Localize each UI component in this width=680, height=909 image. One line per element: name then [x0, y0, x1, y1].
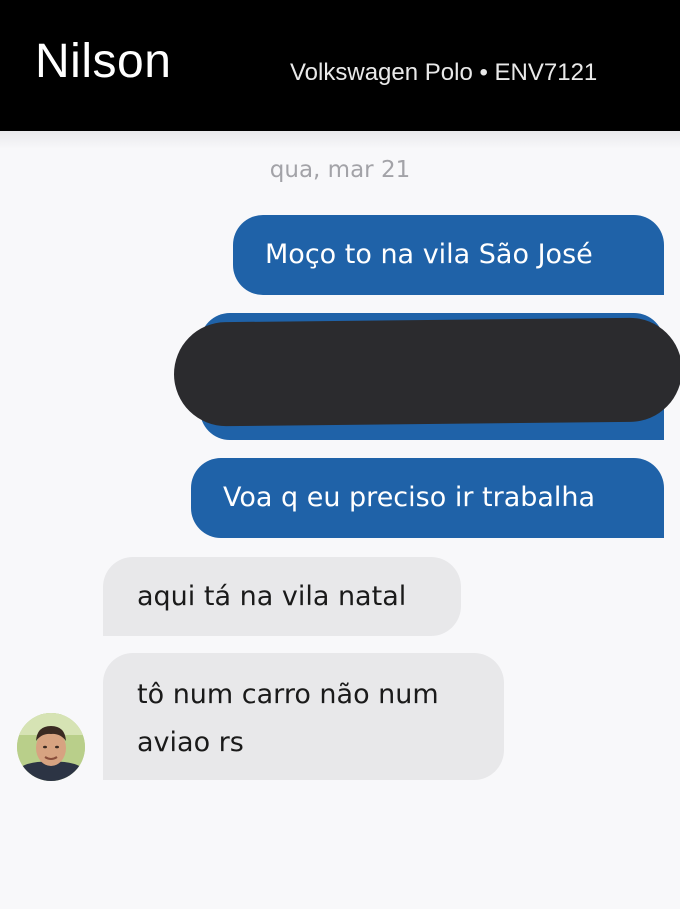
message-text-line: aviao rs — [137, 727, 244, 758]
message-text: Voa q eu preciso ir trabalha — [223, 482, 596, 513]
driver-avatar[interactable] — [17, 713, 85, 781]
message-text: Moço to na vila São José — [265, 239, 593, 270]
sent-message-bubble[interactable]: Moço to na vila São José — [233, 215, 664, 295]
vehicle-info: Volkswagen Polo • ENV7121 — [290, 59, 598, 86]
date-separator: qua, mar 21 — [269, 157, 411, 183]
driver-name: Nilson — [35, 35, 172, 88]
header-shadow — [0, 131, 680, 149]
sent-message-bubble[interactable]: Voa q eu preciso ir trabalha — [191, 458, 664, 538]
chat-header: Nilson Volkswagen Polo • ENV7121 — [0, 0, 680, 131]
received-message-bubble[interactable]: aqui tá na vila natal — [103, 557, 461, 636]
redaction-mark — [173, 317, 680, 427]
driver-photo-icon — [17, 713, 85, 781]
message-text: aqui tá na vila natal — [137, 581, 407, 612]
message-text-line: tô num carro não num — [137, 679, 439, 710]
received-message-bubble[interactable]: tô num carro não num aviao rs — [103, 653, 504, 780]
